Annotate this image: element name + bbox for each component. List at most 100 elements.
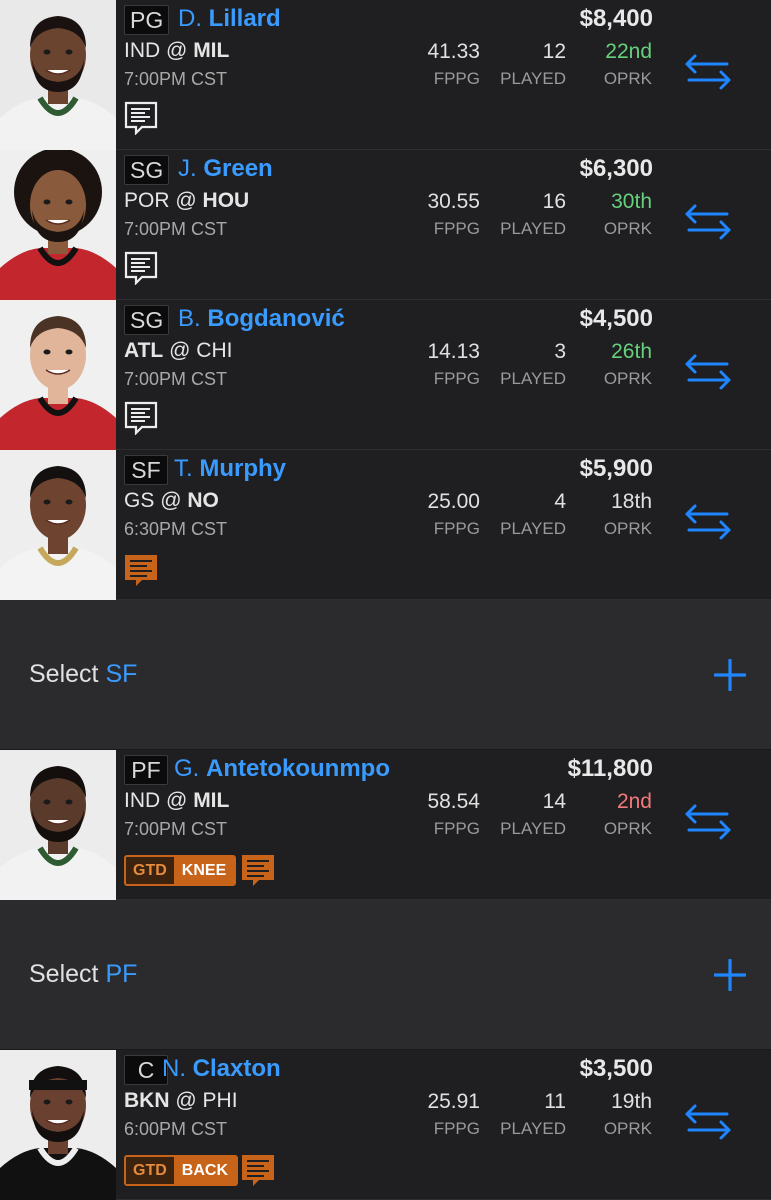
player-name[interactable]: D. Lillard <box>178 4 281 34</box>
fppg-value: 25.00 <box>427 490 480 513</box>
played-label: PLAYED <box>500 819 566 838</box>
player-salary: $3,500 <box>579 1055 653 1082</box>
player-salary: $4,500 <box>579 305 653 332</box>
roster-slot-row[interactable]: SG J. Green $6,300 POR @ HOU 7:00PM CST 30.55… <box>0 150 771 300</box>
player-name[interactable]: B. Bogdanović <box>178 304 345 334</box>
select-prefix: Select <box>29 660 99 688</box>
select-position-label[interactable]: Select PF <box>29 958 137 990</box>
player-headshot <box>0 1050 116 1200</box>
status-code: GTD <box>126 1157 174 1184</box>
played-value: 12 <box>542 40 566 63</box>
oprk-value: 2nd <box>616 790 652 813</box>
position-badge: SG <box>124 305 170 335</box>
away-team: GS <box>124 489 155 512</box>
plus-icon[interactable] <box>713 658 747 692</box>
swap-arrows-icon[interactable] <box>683 202 733 242</box>
player-name[interactable]: T. Murphy <box>174 454 286 484</box>
home-team: CHI <box>196 339 233 362</box>
game-matchup: POR @ HOU <box>124 187 249 215</box>
played-label: PLAYED <box>500 519 566 538</box>
roster-slot-row[interactable]: PF G. Antetokounmpo $11,800 IND @ MIL 7:00PM… <box>0 750 771 900</box>
player-initial: B. <box>178 305 201 332</box>
oprk-label: OPRK <box>603 519 652 538</box>
select-position-label[interactable]: Select SF <box>29 658 137 690</box>
player-initial: T. <box>174 455 193 482</box>
swap-arrows-icon[interactable] <box>683 802 733 842</box>
news-note-icon[interactable] <box>241 854 275 888</box>
player-initial: N. <box>162 1055 186 1082</box>
news-note-icon[interactable] <box>241 1154 275 1188</box>
oprk-label: OPRK <box>603 819 652 838</box>
game-time: 7:00PM CST <box>124 819 228 839</box>
select-slot-row[interactable]: Select SF <box>0 600 771 750</box>
fppg-label: FPPG <box>433 1119 480 1138</box>
roster-slot-row[interactable]: C N. Claxton $3,500 BKN @ PHI 6:00PM CST 25.9… <box>0 1050 771 1200</box>
at-symbol: @ <box>175 1089 197 1112</box>
player-last-name: Antetokounmpo <box>206 755 390 782</box>
at-symbol: @ <box>160 489 182 512</box>
game-matchup: IND @ MIL <box>124 37 229 65</box>
player-last-name: Green <box>203 155 273 182</box>
injury-status-tag[interactable]: GTD KNEE <box>124 855 237 886</box>
news-note-icon[interactable] <box>124 101 158 136</box>
injury-type: KNEE <box>173 857 235 884</box>
select-position: PF <box>105 960 138 988</box>
played-value: 11 <box>544 1090 566 1113</box>
game-matchup: ATL @ CHI <box>124 337 232 365</box>
player-last-name: Lillard <box>208 5 281 32</box>
home-team: NO <box>187 489 219 512</box>
swap-arrows-icon[interactable] <box>683 352 733 392</box>
player-name[interactable]: J. Green <box>178 154 273 184</box>
oprk-value: 26th <box>611 340 652 363</box>
roster-slot-row[interactable]: PG D. Lillard $8,400 IND @ MIL 7:00PM CST 41.… <box>0 0 771 150</box>
player-last-name: Bogdanović <box>207 305 345 332</box>
at-symbol: @ <box>169 339 191 362</box>
game-matchup: IND @ MIL <box>124 787 229 815</box>
away-team: POR <box>124 189 170 212</box>
away-team: IND <box>124 39 161 62</box>
roster-slot-row[interactable]: SF T. Murphy $5,900 GS @ NO 6:30PM CST 25.00 4… <box>0 450 771 600</box>
select-position: SF <box>105 660 138 688</box>
news-note-icon[interactable] <box>124 401 158 436</box>
swap-arrows-icon[interactable] <box>683 502 733 542</box>
select-slot-row[interactable]: Select PF <box>0 900 771 1050</box>
game-matchup: GS @ NO <box>124 487 219 515</box>
player-initial: D. <box>178 5 202 32</box>
home-team: MIL <box>193 39 230 62</box>
game-time: 6:00PM CST <box>124 1119 228 1139</box>
fppg-label: FPPG <box>433 219 480 238</box>
player-initial: G. <box>174 755 200 782</box>
plus-icon[interactable] <box>713 958 747 992</box>
swap-arrows-icon[interactable] <box>683 1102 733 1142</box>
played-value: 3 <box>554 340 566 363</box>
game-time: 6:30PM CST <box>124 519 228 539</box>
position-badge: PF <box>124 755 168 785</box>
news-note-icon[interactable] <box>124 251 158 286</box>
player-headshot <box>0 150 116 300</box>
oprk-label: OPRK <box>603 1119 652 1138</box>
player-headshot <box>0 450 116 600</box>
roster-slot-row[interactable]: SG B. Bogdanović $4,500 ATL @ CHI 7:00PM CST… <box>0 300 771 450</box>
away-team: ATL <box>124 339 164 362</box>
fppg-value: 41.33 <box>427 40 480 63</box>
played-label: PLAYED <box>500 369 566 388</box>
game-time: 7:00PM CST <box>124 219 228 239</box>
away-team: IND <box>124 789 161 812</box>
oprk-value: 30th <box>611 190 652 213</box>
player-headshot <box>0 750 116 900</box>
status-code: GTD <box>126 857 174 884</box>
game-time: 7:00PM CST <box>124 69 228 89</box>
played-label: PLAYED <box>500 219 566 238</box>
oprk-value: 18th <box>611 490 652 513</box>
fppg-value: 25.91 <box>427 1090 480 1113</box>
injury-status-tag[interactable]: GTD BACK <box>124 1155 238 1186</box>
at-symbol: @ <box>166 39 188 62</box>
player-name[interactable]: G. Antetokounmpo <box>174 754 390 784</box>
news-note-icon[interactable] <box>124 554 158 588</box>
home-team: PHI <box>202 1089 238 1112</box>
at-symbol: @ <box>166 789 188 812</box>
oprk-label: OPRK <box>603 219 652 238</box>
swap-arrows-icon[interactable] <box>683 52 733 92</box>
player-name[interactable]: N. Claxton <box>162 1054 281 1084</box>
select-prefix: Select <box>29 960 99 988</box>
